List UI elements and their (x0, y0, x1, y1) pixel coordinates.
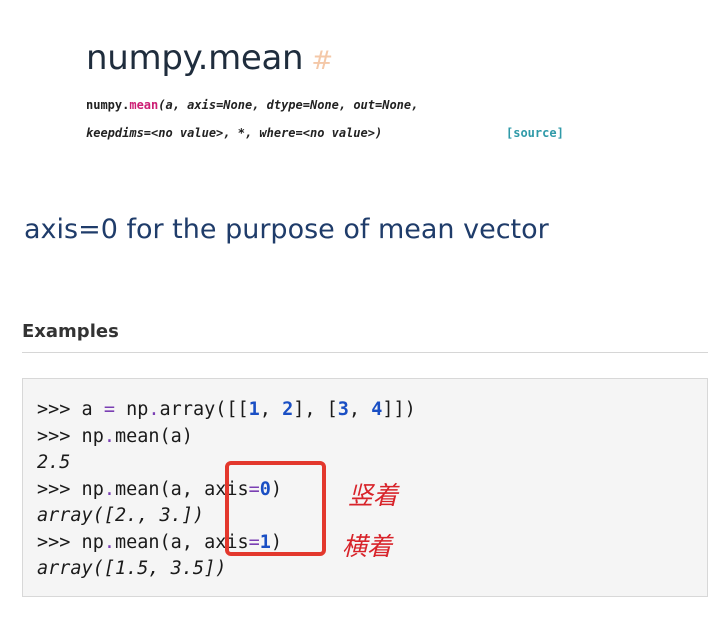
code-text: ], [ (293, 399, 338, 420)
code-text: ]]) (382, 399, 416, 420)
signature-module: numpy. (86, 98, 130, 112)
code-number: 4 (371, 399, 383, 420)
function-signature-line-2: keepdims=<no value>, *, where=<no value>… (86, 126, 564, 140)
code-number: 3 (337, 399, 349, 420)
prompt: >>> (37, 531, 71, 553)
code-operator: . (103, 425, 115, 447)
code-text: mean(a) (114, 425, 193, 447)
caption-text: axis=0 for the purpose of mean vector (24, 214, 549, 245)
code-number: 2 (282, 399, 294, 420)
signature-params-2: keepdims=<no value>, *, where=<no value>… (86, 126, 383, 140)
code-text: np (70, 478, 104, 500)
code-text: np (114, 399, 149, 420)
code-text: np (70, 531, 104, 553)
code-line-2: >>> np.mean(a) (37, 424, 416, 451)
code-operator: . (103, 478, 115, 500)
code-text: a (70, 399, 104, 420)
signature-function-name: mean (129, 98, 159, 112)
page-title-text: numpy.mean (86, 38, 304, 78)
code-line-1: >>> a = np.array([[1, 2], [3, 4]]) (37, 397, 416, 424)
code-operator: . (103, 531, 115, 553)
permalink-anchor[interactable]: # (311, 46, 333, 76)
code-text: np (70, 425, 104, 447)
axis-highlight-box (225, 461, 326, 556)
prompt: >>> (37, 425, 71, 447)
prompt: >>> (37, 478, 71, 500)
handwritten-note-axis0: 竖着 (348, 481, 399, 510)
page-title: numpy.mean # (86, 38, 333, 78)
signature-params-1: (a, axis=None, dtype=None, out=None, (158, 98, 419, 112)
prompt: >>> (37, 399, 71, 420)
handwritten-note-axis1: 横着 (342, 532, 393, 561)
code-text: array([[ (159, 399, 249, 420)
section-divider (22, 352, 708, 353)
function-signature-line-1: numpy.mean(a, axis=None, dtype=None, out… (86, 98, 418, 112)
code-text: , (348, 399, 372, 420)
source-link[interactable]: [source] (506, 126, 564, 140)
examples-heading: Examples (22, 321, 119, 342)
code-operator: . (148, 399, 160, 420)
code-text: , (259, 399, 283, 420)
code-number: 1 (248, 399, 260, 420)
code-operator: = (103, 399, 115, 420)
